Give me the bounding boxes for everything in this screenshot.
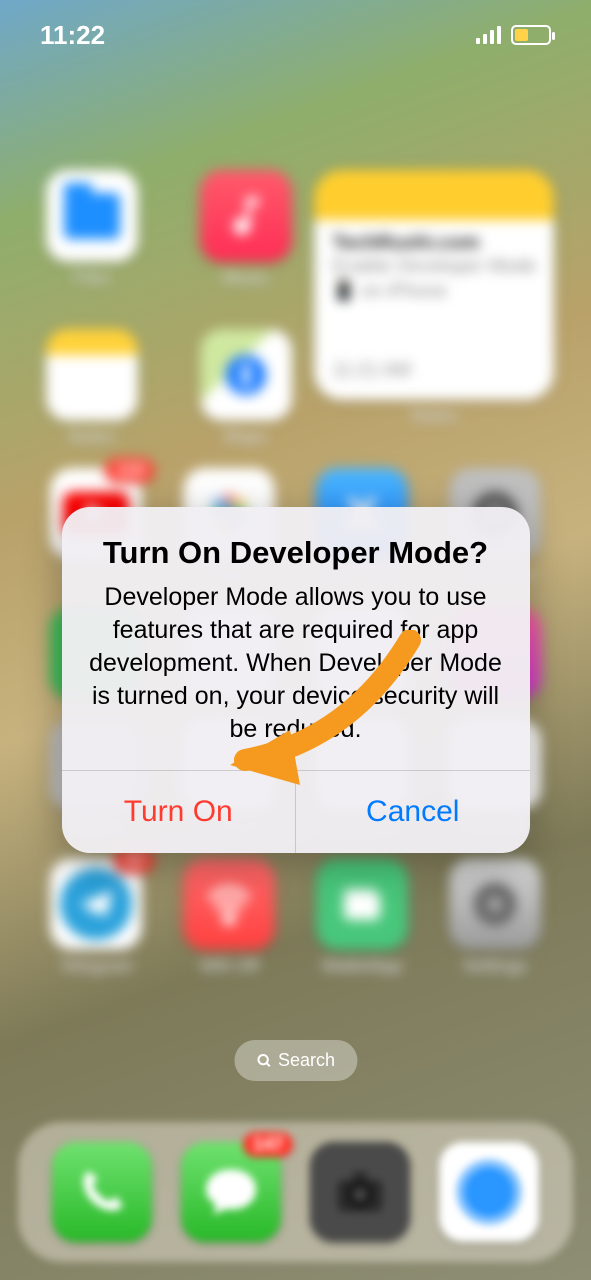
search-label: Search — [278, 1050, 335, 1071]
widget-subtitle: Enable Developer Mode 📱 on iPhone — [332, 255, 536, 304]
app-label: Music — [222, 268, 269, 289]
dock-phone[interactable] — [52, 1142, 152, 1242]
dock: 147 — [18, 1122, 573, 1262]
settings-icon — [449, 858, 541, 950]
maps-icon — [200, 329, 292, 421]
alert-dialog: Turn On Developer Mode? Developer Mode a… — [62, 507, 530, 853]
app-label: WalletApp — [321, 956, 402, 977]
wallet-icon — [316, 858, 408, 950]
spotlight-search[interactable]: Search — [234, 1040, 357, 1081]
widget-label: Notes — [411, 406, 458, 427]
app-settings[interactable]: Settings — [440, 858, 550, 977]
dock-safari[interactable] — [439, 1142, 539, 1242]
music-icon — [200, 170, 292, 262]
cancel-button[interactable]: Cancel — [295, 771, 530, 853]
widget-title: TechRushi.com — [332, 232, 536, 255]
app-music[interactable]: Music — [191, 170, 301, 289]
app-files[interactable]: Files — [37, 170, 147, 289]
signal-icon — [476, 26, 501, 44]
app-label: Files — [73, 268, 111, 289]
app-label: Wifi Off — [200, 956, 259, 977]
notes-icon — [46, 329, 138, 421]
app-label: Settings — [462, 956, 527, 977]
app-walletapp[interactable]: WalletApp — [307, 858, 417, 977]
wifi-icon — [183, 858, 275, 950]
alert-message: Developer Mode allows you to use feature… — [84, 581, 508, 746]
app-label: Telegram — [59, 956, 133, 977]
notes-widget[interactable]: TechRushi.com Enable Developer Mode 📱 on… — [314, 170, 554, 400]
turn-on-button[interactable]: Turn On — [62, 771, 296, 853]
app-label: Maps — [224, 427, 268, 448]
app-label: Notes — [68, 427, 115, 448]
app-notes[interactable]: Notes — [37, 329, 147, 448]
widget-time: 11:21 AM — [332, 360, 536, 382]
status-time: 11:22 — [40, 20, 105, 51]
status-bar: 11:22 — [0, 0, 591, 70]
badge: 147 — [243, 1132, 293, 1157]
search-icon — [256, 1053, 272, 1069]
app-telegram[interactable]: 22 Telegram — [41, 858, 151, 977]
app-wifioff[interactable]: Wifi Off — [174, 858, 284, 977]
alert-title: Turn On Developer Mode? — [84, 535, 508, 571]
dock-camera[interactable] — [310, 1142, 410, 1242]
battery-icon — [511, 25, 551, 45]
dock-messages[interactable]: 147 — [181, 1142, 281, 1242]
files-icon — [46, 170, 138, 262]
telegram-icon: 22 — [50, 858, 142, 950]
badge: 119 — [105, 458, 154, 483]
app-maps[interactable]: Maps — [191, 329, 301, 448]
